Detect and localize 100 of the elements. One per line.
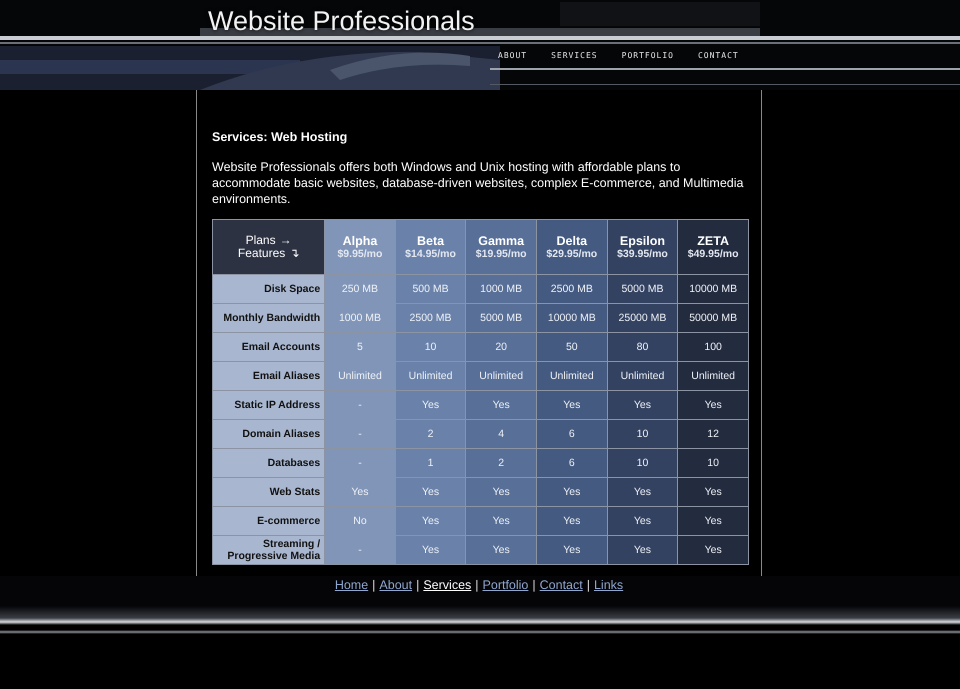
table-cell: Yes [607, 390, 678, 420]
intro-paragraph: Website Professionals offers both Windows and Unix hosting with affordable plans to accommodate basic websites, database-driven websites, complex E-commerce, and Multimedia environments. [212, 159, 744, 207]
table-cell: 1000 MB [324, 304, 396, 332]
table-cell: Yes [395, 478, 466, 506]
page-heading: Services: Web Hosting [212, 129, 348, 144]
table-cell: 10000 MB [536, 304, 608, 332]
feature-cell: Monthly Bandwidth [212, 304, 325, 332]
table-cell: 2 [466, 448, 536, 478]
corner-label: Features [238, 247, 286, 260]
footer-link[interactable]: About [379, 578, 412, 592]
table-cell: 100 [678, 332, 748, 362]
table-cell: Unlimited [324, 362, 396, 390]
plan-price: $9.95/mo [336, 248, 384, 260]
separator: | [372, 578, 376, 592]
table-cell: Yes [536, 390, 608, 420]
table-cell: 2500 MB [395, 304, 466, 332]
feature-cell: E-commerce [212, 506, 325, 536]
table-cell: 10 [607, 448, 678, 478]
table-cell: 1000 MB [466, 274, 536, 304]
plan-price: $39.95/mo [616, 248, 669, 260]
plan-name: Gamma [477, 234, 526, 248]
table-cell: 500 MB [395, 274, 466, 304]
table-cell: - [324, 390, 396, 420]
table-cell: Yes [607, 506, 678, 536]
corner-label: Plans [246, 234, 276, 247]
table-cell: Unlimited [395, 362, 466, 390]
table-cell: Yes [395, 536, 466, 564]
table-cell: Yes [536, 506, 608, 536]
plan-price: $19.95/mo [474, 248, 528, 260]
footer-link[interactable]: Portfolio [482, 578, 528, 592]
table-cell: Yes [678, 536, 748, 564]
footer-link[interactable]: Services [423, 578, 472, 592]
plan-price: $49.95/mo [686, 248, 740, 260]
table-cell: 80 [607, 332, 678, 362]
table-cell: - [324, 448, 396, 478]
arrow-icon: → [280, 234, 292, 247]
table-cell: Yes [536, 536, 608, 564]
table-cell: 4 [466, 420, 536, 448]
table-cell: - [324, 420, 396, 448]
footer-link[interactable]: Home [334, 578, 368, 592]
table-cell: 5 [324, 332, 396, 362]
table-cell: Yes [678, 478, 748, 506]
table-cell: 5000 MB [466, 304, 536, 332]
table-cell: 6 [536, 420, 608, 448]
table-cell: Yes [678, 390, 748, 420]
table-cell: Unlimited [678, 362, 748, 390]
table-cell: Yes [607, 536, 678, 564]
feature-cell: Email Aliases [212, 362, 325, 390]
table-cell: 2500 MB [536, 274, 608, 304]
feature-cell: Streaming / Progressive Media [212, 536, 325, 564]
table-cell: Yes [536, 478, 608, 506]
table-cell: 50000 MB [678, 304, 748, 332]
table-cell: 10 [607, 420, 678, 448]
table-cell: Yes [466, 390, 536, 420]
nav-link[interactable]: ABOUT [498, 51, 528, 60]
plan-price: $29.95/mo [545, 248, 598, 260]
table-cell: 6 [536, 448, 608, 478]
table-cell: - [324, 536, 396, 564]
table-cell: 1 [395, 448, 466, 478]
nav-link[interactable]: CONTACT [698, 51, 739, 60]
table-cell: 50 [536, 332, 608, 362]
plan-name: ZETA [696, 234, 730, 248]
table-cell: Yes [607, 478, 678, 506]
table-cell: Yes [395, 506, 466, 536]
table-cell: Unlimited [466, 362, 536, 390]
feature-cell: Email Accounts [212, 332, 325, 362]
separator: | [532, 578, 536, 592]
feature-cell: Disk Space [212, 274, 325, 304]
nav-link[interactable]: PORTFOLIO [622, 51, 674, 60]
table-cell: No [324, 506, 396, 536]
table-cell: Unlimited [536, 362, 608, 390]
footer-link[interactable]: Links [594, 578, 624, 592]
table-cell: Yes [466, 478, 536, 506]
separator: | [416, 578, 420, 592]
table-cell: Yes [466, 536, 536, 564]
table-cell: 2 [395, 420, 466, 448]
separator: | [475, 578, 479, 592]
feature-cell: Static IP Address [212, 390, 325, 420]
table-cell: Unlimited [607, 362, 678, 390]
table-cell: Yes [678, 506, 748, 536]
table-cell: Yes [324, 478, 396, 506]
table-cell: 12 [678, 420, 748, 448]
plan-name: Beta [416, 234, 446, 248]
footer-link[interactable]: Contact [540, 578, 583, 592]
plan-name: Delta [556, 234, 588, 248]
feature-cell: Domain Aliases [212, 420, 325, 448]
site-title: Website Professionals [208, 6, 475, 37]
plan-name: Epsilon [618, 234, 666, 248]
arrow-icon: ↴ [289, 247, 300, 260]
feature-cell: Databases [212, 448, 325, 478]
table-cell: 10 [395, 332, 466, 362]
nav-link[interactable]: SERVICES [551, 51, 598, 60]
table-cell: 20 [466, 332, 536, 362]
table-cell: Yes [466, 506, 536, 536]
table-cell: 25000 MB [607, 304, 678, 332]
plan-name: Alpha [342, 234, 378, 248]
table-cell: Yes [395, 390, 466, 420]
feature-cell: Web Stats [212, 478, 325, 506]
table-cell: 250 MB [324, 274, 396, 304]
table-cell: 10 [678, 448, 748, 478]
